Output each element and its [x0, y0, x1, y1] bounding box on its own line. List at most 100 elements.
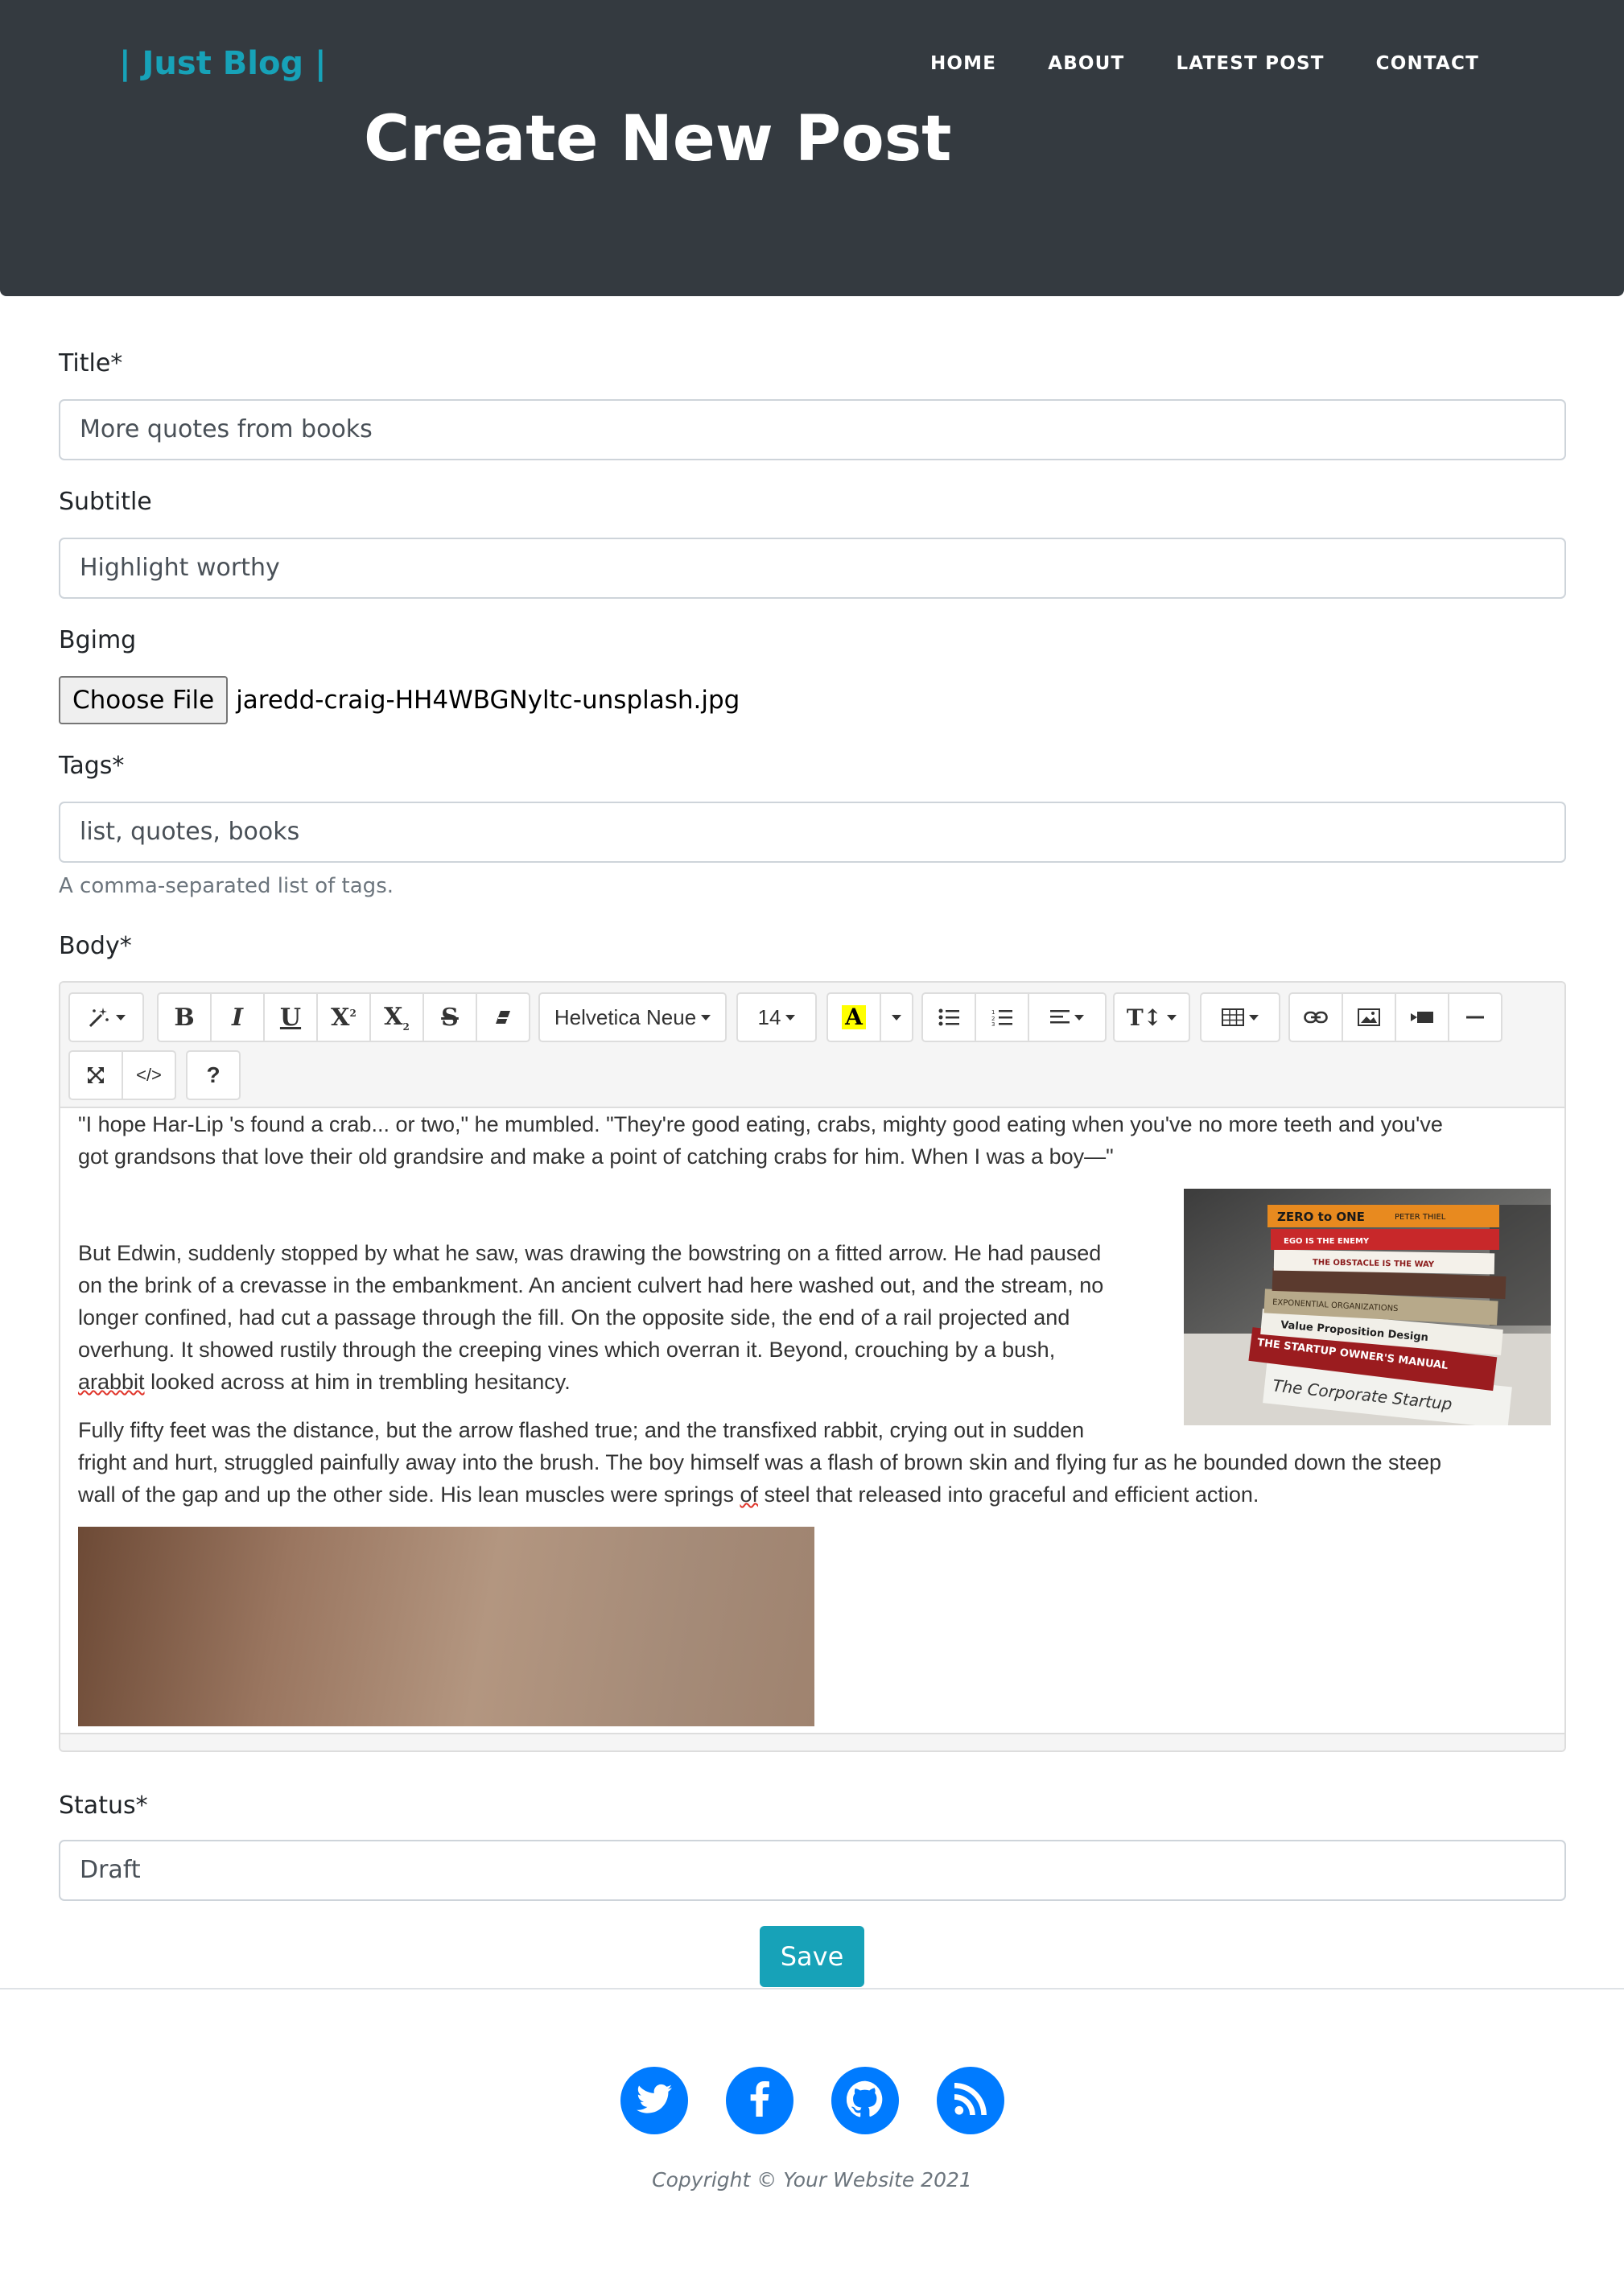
facebook-icon	[749, 2080, 770, 2121]
italic-button[interactable]: I	[210, 992, 265, 1042]
italic-icon: I	[231, 1003, 244, 1032]
table-group	[1200, 992, 1280, 1042]
font-size-group: 14	[736, 992, 817, 1042]
chevron-down-icon	[785, 1014, 796, 1020]
nav-contact[interactable]: CONTACT	[1376, 53, 1479, 74]
editor-resize-bar[interactable]	[60, 1733, 1564, 1750]
highlight-button[interactable]: A	[826, 992, 881, 1042]
video-icon	[1411, 1010, 1433, 1025]
misspelled-word[interactable]: arabbit	[78, 1370, 145, 1394]
paragraph-2-line-2: on the brink of a crevasse in the embank…	[78, 1273, 1104, 1297]
paragraph-3-line-2: fright and hurt, struggled painfully awa…	[78, 1450, 1442, 1474]
paragraph-2-line-1: But Edwin, suddenly stopped by what he s…	[78, 1241, 1102, 1265]
tags-label: Tags*	[59, 752, 125, 780]
paragraph-group: 123	[921, 992, 1107, 1042]
font-size-dropdown[interactable]: 14	[736, 992, 817, 1042]
github-icon	[846, 2080, 884, 2121]
bgimg-label: Bgimg	[59, 626, 137, 654]
tags-input[interactable]: list, quotes, books	[59, 802, 1566, 863]
svg-text:1: 1	[991, 1009, 995, 1016]
eraser-icon	[493, 1008, 513, 1027]
title-label: Title*	[59, 349, 123, 377]
highlight-icon: A	[842, 1005, 866, 1029]
bold-icon: B	[174, 1003, 195, 1032]
chevron-down-icon	[1167, 1014, 1177, 1020]
underline-icon: U	[279, 1003, 302, 1032]
page-title: Create New Post	[364, 103, 952, 175]
paragraph-align-button[interactable]	[1028, 992, 1107, 1042]
twitter-icon	[637, 2084, 672, 2118]
subtitle-input[interactable]: Highlight worthy	[59, 538, 1566, 599]
chevron-down-icon	[116, 1014, 126, 1020]
table-icon	[1222, 1008, 1244, 1026]
font-name-value: Helvetica Neue	[554, 1004, 697, 1029]
bullet-list-button[interactable]	[921, 992, 976, 1042]
code-view-icon: </>	[136, 1065, 162, 1085]
paragraph-3-line-3: wall of the gap and up the other side. H…	[78, 1482, 1259, 1507]
fullscreen-button[interactable]	[68, 1050, 123, 1100]
paragraph-1-line-2: got grandsons that love their old grands…	[78, 1144, 1114, 1169]
bold-button[interactable]: B	[157, 992, 212, 1042]
help-icon: ?	[206, 1062, 221, 1087]
books-stack-image[interactable]: The Corporate Startup THE STARTUP OWNER'…	[1184, 1189, 1551, 1425]
video-button[interactable]	[1395, 992, 1449, 1042]
brand-logo[interactable]: | Just Blog |	[119, 45, 327, 82]
facebook-link[interactable]	[726, 2067, 793, 2134]
subtitle-label: Subtitle	[59, 488, 152, 516]
clear-format-button[interactable]	[476, 992, 530, 1042]
subscript-button[interactable]: X2	[369, 992, 424, 1042]
strikethrough-icon: S	[441, 1003, 459, 1032]
superscript-button[interactable]: X2	[316, 992, 371, 1042]
save-button[interactable]: Save	[760, 1926, 864, 1987]
paragraph-2-line-4: overhung. It showed rustily through the …	[78, 1338, 1056, 1362]
align-icon	[1050, 1009, 1070, 1025]
paragraph-2-line-3: longer confined, had cut a passage throu…	[78, 1305, 1070, 1330]
code-view-button[interactable]: </>	[122, 1050, 176, 1100]
color-dropdown-button[interactable]	[880, 992, 913, 1042]
tags-help-text: A comma-separated list of tags.	[59, 874, 394, 898]
twitter-link[interactable]	[620, 2067, 688, 2134]
rss-link[interactable]	[937, 2067, 1004, 2134]
title-input[interactable]: More quotes from books	[59, 399, 1566, 460]
style-button[interactable]	[68, 992, 144, 1042]
chevron-down-icon	[701, 1014, 711, 1020]
nav-home[interactable]: HOME	[930, 53, 996, 74]
misspelled-word[interactable]: of	[740, 1482, 758, 1507]
rss-icon	[954, 2082, 987, 2119]
numbered-list-button[interactable]: 123	[975, 992, 1029, 1042]
subscript-icon: X2	[384, 1002, 410, 1033]
strikethrough-button[interactable]: S	[422, 992, 477, 1042]
help-button[interactable]: ?	[186, 1050, 241, 1100]
line-height-button[interactable]: T↕	[1113, 992, 1190, 1042]
chevron-down-icon	[1074, 1014, 1084, 1020]
font-name-dropdown[interactable]: Helvetica Neue	[538, 992, 727, 1042]
help-group: ?	[186, 1050, 241, 1100]
editor-toolbar: B I U X2 X2 S Helvetica Neue 14 A 1 2 3 …	[60, 983, 1564, 1108]
horizontal-rule-button[interactable]	[1448, 992, 1502, 1042]
body-label: Body*	[59, 932, 132, 960]
table-button[interactable]	[1200, 992, 1280, 1042]
picture-button[interactable]	[1342, 992, 1396, 1042]
nav-latest-post[interactable]: LATEST POST	[1176, 53, 1324, 74]
link-button[interactable]	[1288, 992, 1343, 1042]
picture-icon	[1358, 1008, 1380, 1026]
editor-content[interactable]: "I hope Har-Lip 's found a crab... or tw…	[78, 1108, 1551, 1734]
bgimg-file-picker: Choose File jaredd-craig-HH4WBGNyltc-uns…	[59, 676, 740, 724]
nav-about[interactable]: ABOUT	[1048, 53, 1124, 74]
underline-button[interactable]: U	[263, 992, 318, 1042]
magic-icon	[87, 1005, 111, 1029]
status-input[interactable]: Draft	[59, 1840, 1566, 1901]
choose-file-button[interactable]: Choose File	[59, 676, 229, 724]
horizontal-rule-icon	[1466, 1015, 1484, 1020]
book-title-ego-is-the-enemy: EGO IS THE ENEMY	[1284, 1237, 1370, 1246]
embedded-image[interactable]	[78, 1527, 814, 1726]
insert-group	[1288, 992, 1502, 1042]
chevron-down-icon	[892, 1014, 901, 1020]
paragraph-2-line-5: arabbit looked across at him in tremblin…	[78, 1370, 571, 1394]
view-group: </>	[68, 1050, 176, 1100]
fullscreen-icon	[86, 1066, 105, 1085]
paragraph-1-line-1: "I hope Har-Lip 's found a crab... or tw…	[78, 1112, 1443, 1136]
github-link[interactable]	[831, 2067, 899, 2134]
chevron-down-icon	[1249, 1014, 1259, 1020]
status-label: Status*	[59, 1792, 148, 1820]
